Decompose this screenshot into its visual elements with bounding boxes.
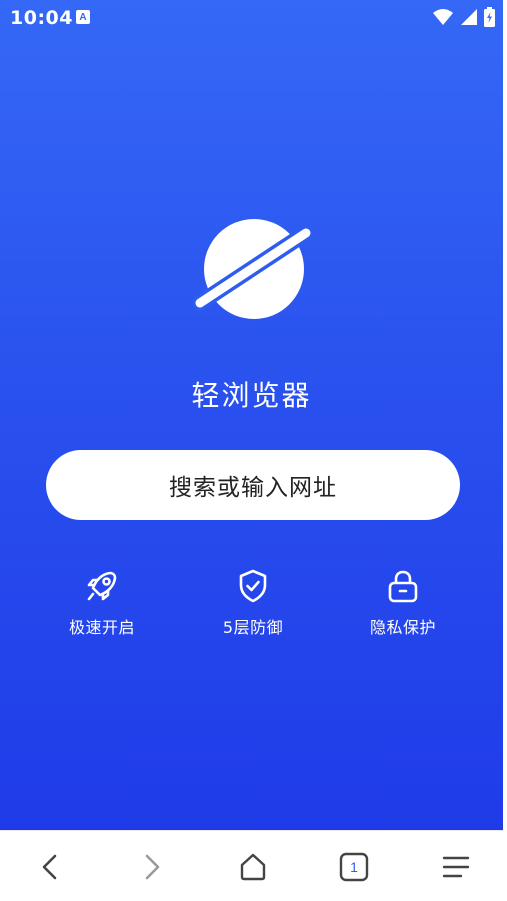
edge-divider: [503, 0, 507, 830]
search-placeholder: 搜索或输入网址: [169, 475, 337, 501]
search-input[interactable]: 搜索或输入网址: [46, 450, 460, 520]
home-icon: [240, 853, 266, 881]
feature-label: 极速开启: [68, 618, 135, 637]
tabs-button[interactable]: 1: [334, 847, 374, 887]
battery-icon: [484, 7, 495, 27]
feature-five-layer-defense: 5层防御: [193, 568, 313, 638]
rocket-icon: [87, 571, 117, 601]
home-button[interactable]: [233, 847, 273, 887]
chevron-right-icon: [145, 854, 160, 880]
status-bar: 10:04 A: [0, 0, 503, 34]
status-time: 10:04: [10, 7, 73, 29]
browser-logo-icon: [193, 219, 314, 319]
chevron-left-icon: [42, 854, 57, 880]
tab-count: 1: [350, 859, 358, 875]
back-button[interactable]: [30, 847, 70, 887]
feature-fast-start: 极速开启: [42, 568, 162, 638]
menu-icon: [442, 856, 470, 878]
wifi-icon: [433, 9, 453, 25]
app-root: 10:04 A 轻浏览器 搜索或输入网址 极速开启 5层防御 隐私保护 1: [0, 0, 507, 901]
feature-label: 5层防御: [222, 618, 284, 637]
shield-check-icon: [239, 569, 267, 603]
menu-button[interactable]: [436, 847, 476, 887]
home-screen: 10:04 A 轻浏览器 搜索或输入网址 极速开启 5层防御 隐私保护: [0, 0, 503, 830]
notification-app-icon: A: [76, 10, 90, 24]
feature-privacy-protection: 隐私保护: [343, 568, 463, 638]
lock-icon: [388, 570, 418, 603]
status-icons: [432, 7, 495, 27]
app-title: 轻浏览器: [191, 379, 312, 412]
bottom-navigation-bar: 1: [0, 830, 503, 901]
cell-signal-icon: [461, 9, 477, 25]
forward-button[interactable]: [132, 847, 172, 887]
feature-label: 隐私保护: [369, 618, 436, 637]
